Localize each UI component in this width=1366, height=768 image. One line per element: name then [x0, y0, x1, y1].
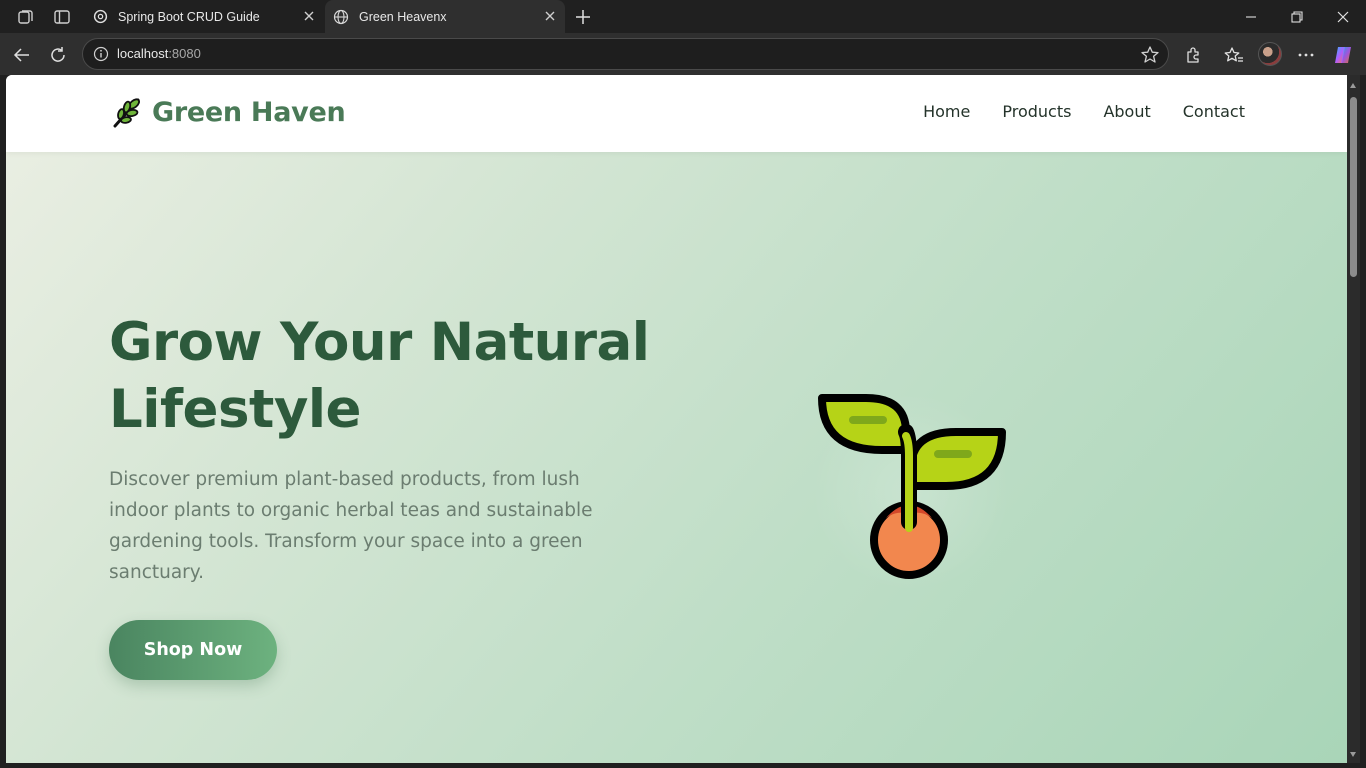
workspaces-icon[interactable]: [16, 7, 36, 27]
close-tab-icon[interactable]: [543, 9, 557, 23]
page-scrollbar[interactable]: [1347, 75, 1360, 763]
nav-contact-link[interactable]: Contact: [1183, 102, 1245, 121]
url-host: localhost: [117, 46, 169, 61]
favorite-star-icon[interactable]: [1140, 45, 1160, 65]
hero-title: Grow Your Natural Lifestyle: [109, 312, 650, 440]
address-bar[interactable]: localhost:8080: [82, 38, 1169, 70]
nav-home-link[interactable]: Home: [923, 102, 970, 121]
new-tab-button[interactable]: [573, 7, 593, 27]
main-nav: Home Products About Contact: [923, 102, 1245, 121]
nav-about-link[interactable]: About: [1103, 102, 1150, 121]
copilot-icon[interactable]: [1331, 43, 1355, 67]
url-port: :8080: [168, 46, 201, 61]
site-header: Green Haven Home Products About Contact: [6, 75, 1347, 152]
site-logo[interactable]: Green Haven: [110, 95, 346, 129]
vertical-tabs-icon[interactable]: [52, 7, 72, 27]
tab-spring-boot-crud-guide[interactable]: Spring Boot CRUD Guide: [84, 0, 324, 33]
brand-name: Green Haven: [152, 96, 346, 128]
close-tab-icon[interactable]: [302, 9, 316, 23]
more-options-icon[interactable]: [1294, 43, 1318, 67]
scroll-up-arrow[interactable]: [1350, 83, 1356, 88]
page-viewport: Green Haven Home Products About Contact …: [6, 75, 1347, 763]
browser-tab-bar: Spring Boot CRUD Guide Green Heavenx: [0, 0, 1366, 33]
restore-button[interactable]: [1274, 0, 1320, 33]
hero-description: Discover premium plant-based products, f…: [109, 469, 593, 583]
close-window-button[interactable]: [1320, 0, 1366, 33]
tab-title: Green Heavenx: [359, 9, 447, 24]
scrollbar-thumb[interactable]: [1350, 97, 1357, 277]
shop-now-button[interactable]: Shop Now: [109, 620, 277, 680]
sprout-icon: [811, 392, 1006, 592]
tab-green-heavenx[interactable]: Green Heavenx: [325, 0, 565, 33]
openai-icon: [92, 9, 108, 25]
herb-leaf-icon: [113, 98, 140, 128]
tab-title: Spring Boot CRUD Guide: [118, 9, 260, 24]
hero-section: Grow Your Natural Lifestyle Discover pre…: [6, 152, 1347, 763]
scroll-down-arrow[interactable]: [1350, 752, 1356, 757]
back-button[interactable]: [10, 43, 34, 67]
browser-toolbar: localhost:8080: [0, 33, 1366, 75]
extensions-icon[interactable]: [1181, 43, 1205, 67]
address-url: localhost:8080: [117, 46, 201, 61]
site-info-icon[interactable]: [93, 46, 109, 62]
profile-avatar[interactable]: [1258, 42, 1282, 66]
nav-products-link[interactable]: Products: [1002, 102, 1071, 121]
globe-icon: [333, 9, 349, 25]
refresh-button[interactable]: [46, 43, 70, 67]
minimize-button[interactable]: [1228, 0, 1274, 33]
favorites-icon[interactable]: [1222, 43, 1246, 67]
